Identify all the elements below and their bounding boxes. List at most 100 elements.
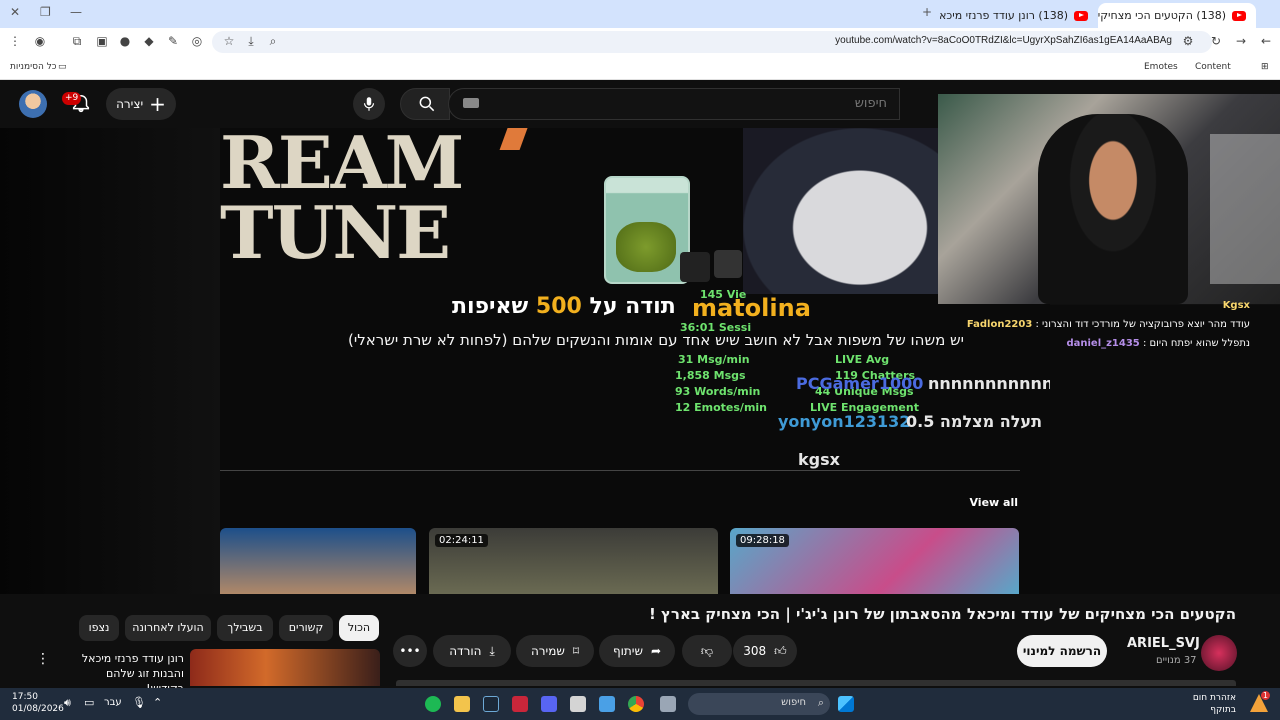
youtube-favicon-icon [1232,10,1246,21]
apps-grid-icon[interactable]: ⊞ [1261,62,1269,72]
chat-user: daniel_z1435 [1066,338,1140,349]
view-all-link[interactable]: View all [969,496,1018,509]
search-input[interactable] [507,96,887,111]
forward-icon[interactable]: → [1234,34,1248,48]
bookmark-emotes[interactable]: Emotes [1144,62,1178,72]
channel-name[interactable]: ARIEL_SVJ [1127,636,1200,651]
thumbs-down-icon: 👎︎ [700,643,714,658]
search-icon [419,96,435,112]
close-window-icon[interactable]: ✕ [10,5,20,19]
chat-user: Fadlon2203 [966,319,1033,330]
channel-avatar[interactable] [1201,635,1237,671]
language-indicator[interactable]: עבר [104,697,122,708]
browser-tab-bar: (138) הקטעים הכי מצחיקים ש ✕ (138) רונן … [0,0,1280,28]
tray-expand-icon[interactable]: ⌃ [153,696,162,709]
address-bar[interactable]: youtube.com/watch?v=8aCoO0TRdZI&lc=UgyrX… [212,31,1212,53]
tab-active[interactable]: (138) הקטעים הכי מצחיקים ש ✕ [1098,3,1256,28]
plus-icon: + [149,92,166,116]
task-view-icon[interactable] [660,696,676,712]
system-clock[interactable]: 17:50 01/08/2026 [12,691,64,715]
gaming-chair-image [743,128,938,294]
voice-search-button[interactable] [353,88,385,120]
subscribe-button[interactable]: הרשמה למינוי [1017,635,1107,667]
dislike-button[interactable]: 👎︎ [682,635,732,667]
spotify-icon[interactable] [425,696,441,712]
divider [220,470,1020,471]
donation-prefix: תודה על [589,294,676,319]
stat-words-min: 93 Words/min [675,385,761,398]
chip-related[interactable]: קשורים [279,615,333,641]
extension-icon[interactable]: ▣ [95,34,109,48]
overlay-button [714,250,742,278]
chat-message: עודד מהר יוצא פרובוקציה של מורדכי דוד וה… [1035,319,1250,330]
all-bookmarks-label[interactable]: כל הסימניות [10,62,57,72]
duration-badge: 02:24:11 [435,534,488,547]
volume-icon[interactable]: 🔊︎ [64,696,71,710]
app-icon[interactable] [512,696,528,712]
chrome-icon[interactable] [628,696,644,712]
watch-info: הקטעים הכי מצחיקים של עודד ומיכאל מהסאבת… [0,594,1280,695]
extensions-icon[interactable]: ⧉ [70,34,84,48]
extension-icon[interactable]: ● [118,34,132,48]
download-button[interactable]: הורדה ⤓ [433,635,511,667]
new-tab-icon[interactable]: + [922,5,932,19]
weather-subtitle: בתוקף [1210,705,1236,715]
chip-all[interactable]: הכול [339,615,379,641]
network-icon[interactable]: ▭ [84,696,94,709]
webcam-overlay [938,94,1280,304]
back-icon[interactable]: ← [1259,34,1273,48]
start-menu-icon[interactable] [838,696,854,712]
search-box[interactable] [448,88,900,120]
more-vert-icon[interactable]: ⋮ [36,651,50,667]
bookmark-content[interactable]: Content [1195,62,1231,72]
site-settings-icon[interactable]: ⚙ [1181,34,1195,48]
extension-icon[interactable]: ◎ [190,34,204,48]
comments-panel-edge [396,680,1236,686]
create-label: יצירה [116,97,144,111]
steam-icon[interactable] [483,696,499,712]
weather-widget[interactable]: אזהרת חום בתוקף [1193,692,1236,716]
extension-icon[interactable]: ◆ [142,34,156,48]
avatar[interactable] [19,90,47,118]
save-button[interactable]: שמירה ⌑ [516,635,594,667]
mic-tray-icon[interactable]: 🎙︎ [132,696,146,709]
chip-watched[interactable]: נצפו [79,615,119,641]
minimize-window-icon[interactable]: — [70,5,82,19]
stat-emotes-min: 12 Emotes/min [675,401,768,414]
share-button[interactable]: שיתוף ➦ [599,635,675,667]
discord-icon[interactable] [541,696,557,712]
chip-for-you[interactable]: בשבילך [217,615,273,641]
chat-message: נתפלל שהוא יפתח היום : [1142,338,1250,349]
zoom-icon[interactable]: ⌕ [266,34,280,48]
end-screen-thumbnail[interactable] [220,528,416,594]
bookmark-star-icon[interactable]: ☆ [222,34,236,48]
clock-date: 01/08/2026 [12,704,64,714]
search-button[interactable] [400,88,450,120]
more-actions-button[interactable]: ••• [393,635,427,667]
duration-badge: 09:28:18 [736,534,789,547]
file-explorer-icon[interactable] [454,696,470,712]
recommended-thumbnail[interactable] [190,649,380,686]
url-text[interactable]: youtube.com/watch?v=8aCoO0TRdZI&lc=UgyrX… [835,35,1172,46]
create-button[interactable]: יצירה + [106,88,176,120]
end-screen-thumbnail[interactable]: 02:24:11 [429,528,718,594]
extension-icon[interactable]: ✎ [166,34,180,48]
taskbar-search[interactable]: חיפוש ⌕ [688,693,830,715]
profile-icon[interactable]: ◉ [33,34,47,48]
keyboard-icon[interactable] [463,98,479,108]
download-label: הורדה [449,644,482,658]
tab-label: (138) רונן עודד פרנזי מיכאל והב [940,9,1068,22]
chip-recent[interactable]: הועלו לאחרונה [125,615,211,641]
video-player[interactable]: REAM TUNE תודה על 500 שאיפות matolina יש … [220,128,1050,594]
app-grid-icon[interactable] [599,696,615,712]
menu-dots-icon[interactable]: ⋮ [8,34,22,48]
install-icon[interactable]: ⤓ [244,34,258,48]
like-button[interactable]: 308 👍︎ [733,635,797,667]
chat-user: yonyon123132 [778,412,911,431]
app-icon[interactable] [570,696,586,712]
side-chat-line: נתפלל שהוא יפתח היום : daniel_z1435 [1066,338,1250,349]
tab-inactive[interactable]: (138) רונן עודד פרנזי מיכאל והב ✕ [940,3,1098,28]
restore-window-icon[interactable]: ❐ [40,5,51,19]
reload-icon[interactable]: ↻ [1209,34,1223,48]
end-screen-thumbnail[interactable]: 09:28:18 [730,528,1019,594]
